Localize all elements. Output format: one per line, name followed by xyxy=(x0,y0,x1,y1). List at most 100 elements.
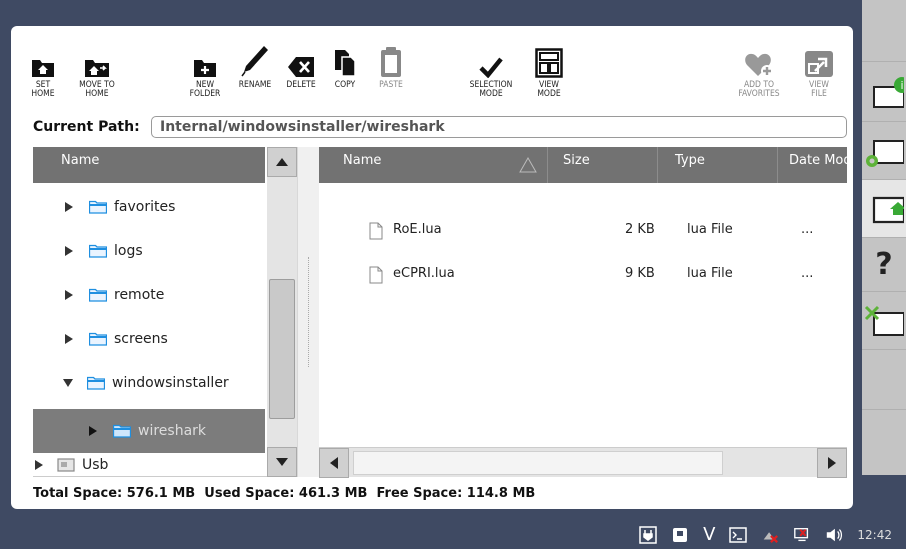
file-type: lua File xyxy=(687,266,733,281)
file-list-header: Name Size Type Date Mod xyxy=(319,147,852,183)
folder-icon xyxy=(87,376,105,390)
paste-button[interactable]: PASTE xyxy=(361,40,421,90)
column-header-name[interactable]: Name xyxy=(343,153,381,168)
sidebar-home-folder-button[interactable] xyxy=(862,180,906,238)
tree-item-remote[interactable]: remote xyxy=(33,273,265,317)
storage-card-icon[interactable] xyxy=(671,526,689,544)
expand-arrow-icon[interactable] xyxy=(35,460,43,470)
set-home-label: SET HOME xyxy=(31,80,55,99)
move-to-home-label: MOVE TO HOME xyxy=(79,80,115,99)
tree-vertical-scrollbar[interactable] xyxy=(267,147,297,477)
expand-arrow-icon[interactable] xyxy=(65,202,73,212)
current-path-field[interactable]: Internal/windowsinstaller/wireshark xyxy=(151,116,847,138)
folder-home-icon xyxy=(872,196,904,223)
add-to-favorites-label: ADD TO FAVORITES xyxy=(738,80,780,99)
expand-arrow-icon[interactable] xyxy=(65,290,73,300)
splitter-grip[interactable] xyxy=(308,257,310,367)
tree-item-label: remote xyxy=(114,287,165,303)
current-path-row: Current Path: Internal/windowsinstaller/… xyxy=(11,116,853,140)
file-list-horizontal-scrollbar[interactable] xyxy=(319,447,847,478)
file-name: RoE.lua xyxy=(393,222,442,237)
used-space: Used Space: 461.3 MB xyxy=(204,486,368,501)
file-row[interactable]: eCPRI.lua 9 KB lua File ... xyxy=(319,255,847,295)
power-plug-icon[interactable] xyxy=(639,525,657,544)
display-error-icon[interactable] xyxy=(793,526,811,544)
folder-info-icon: i xyxy=(873,76,904,108)
view-file-button[interactable]: VIEW FILE xyxy=(789,40,849,99)
scrollbar-thumb[interactable] xyxy=(269,279,295,419)
arrow-down-icon xyxy=(276,458,288,466)
total-space: Total Space: 576.1 MB xyxy=(33,486,196,501)
volume-icon[interactable] xyxy=(825,526,843,544)
tree-item-logs[interactable]: logs xyxy=(33,229,265,273)
move-to-home-button[interactable]: MOVE TO HOME xyxy=(67,40,127,99)
scrollbar-thumb[interactable] xyxy=(353,451,723,475)
scroll-down-button[interactable] xyxy=(267,447,297,477)
tree-item-label: logs xyxy=(114,243,143,259)
arrow-right-icon xyxy=(828,457,836,469)
checkmark-icon xyxy=(461,40,521,78)
scroll-left-button[interactable] xyxy=(319,448,349,478)
folder-icon xyxy=(89,288,107,302)
folder-icon xyxy=(89,244,107,258)
sidebar-settings-folder-button[interactable] xyxy=(862,122,906,180)
tree-item-screens[interactable]: screens xyxy=(33,317,265,361)
sidebar-empty-slot xyxy=(862,350,906,410)
column-header-type[interactable]: Type xyxy=(675,153,705,168)
expand-icon xyxy=(789,40,849,78)
v-indicator[interactable]: V xyxy=(703,524,715,545)
folder-icon xyxy=(89,332,107,346)
selection-mode-button[interactable]: SELECTION MODE xyxy=(461,40,521,99)
svg-text:i: i xyxy=(900,79,903,92)
column-separator xyxy=(657,147,658,183)
tree-item-usb[interactable]: Usb xyxy=(33,453,265,477)
view-mode-icon xyxy=(519,40,579,78)
expand-arrow-icon[interactable] xyxy=(65,246,73,256)
folder-gear-icon xyxy=(866,139,904,167)
tree-item-label: Usb xyxy=(82,457,109,473)
drive-icon xyxy=(57,458,75,472)
column-header-date-modified[interactable]: Date Mod xyxy=(789,153,852,168)
file-row[interactable]: RoE.lua 2 KB lua File ... xyxy=(319,211,847,251)
column-separator xyxy=(777,147,778,183)
arrow-left-icon xyxy=(330,457,338,469)
folder-icon xyxy=(113,424,131,438)
column-header-size[interactable]: Size xyxy=(563,153,590,168)
clipboard-icon xyxy=(361,40,421,78)
network-disconnected-icon[interactable] xyxy=(761,526,779,544)
expand-arrow-icon[interactable] xyxy=(65,334,73,344)
sort-ascending-icon[interactable] xyxy=(519,157,537,173)
sidebar-tools-folder-button[interactable] xyxy=(862,292,906,350)
add-to-favorites-button[interactable]: ADD TO FAVORITES xyxy=(729,40,789,99)
scroll-right-button[interactable] xyxy=(817,448,847,478)
expand-arrow-icon[interactable] xyxy=(89,426,97,436)
terminal-icon[interactable] xyxy=(729,526,748,544)
sidebar-help-button[interactable]: ? xyxy=(862,238,906,292)
question-mark-icon: ? xyxy=(875,247,893,282)
file-type: lua File xyxy=(687,222,733,237)
tree-item-windowsinstaller[interactable]: windowsinstaller xyxy=(33,361,265,405)
pane-splitter[interactable] xyxy=(297,147,319,477)
set-home-button[interactable]: SET HOME xyxy=(13,40,73,99)
tree-item-label: screens xyxy=(114,331,168,347)
home-folder-icon xyxy=(13,40,73,78)
tree-name-header[interactable]: Name xyxy=(33,147,265,183)
file-icon xyxy=(369,266,383,284)
clock: 12:42 xyxy=(857,527,892,542)
tree-item-label: windowsinstaller xyxy=(112,375,229,391)
view-mode-button[interactable]: VIEW MODE xyxy=(519,40,579,99)
tree-item-wireshark[interactable]: wireshark xyxy=(33,409,265,453)
sidebar-blank-button[interactable] xyxy=(862,0,906,62)
tree-item-label: favorites xyxy=(114,199,176,215)
tree-item-label: wireshark xyxy=(138,423,207,439)
scroll-up-button[interactable] xyxy=(267,147,297,177)
file-icon xyxy=(369,222,383,240)
arrow-up-icon xyxy=(276,158,288,166)
file-name: eCPRI.lua xyxy=(393,266,455,281)
folder-tree: Name favorites logs remote screens windo… xyxy=(33,147,297,477)
tree-item-favorites[interactable]: favorites xyxy=(33,185,265,229)
sidebar-help-folder-button[interactable]: i xyxy=(862,62,906,122)
storage-summary: Total Space: 576.1 MB Used Space: 461.3 … xyxy=(33,486,535,501)
collapse-arrow-icon[interactable] xyxy=(63,379,73,387)
view-mode-label: VIEW MODE xyxy=(537,80,561,99)
